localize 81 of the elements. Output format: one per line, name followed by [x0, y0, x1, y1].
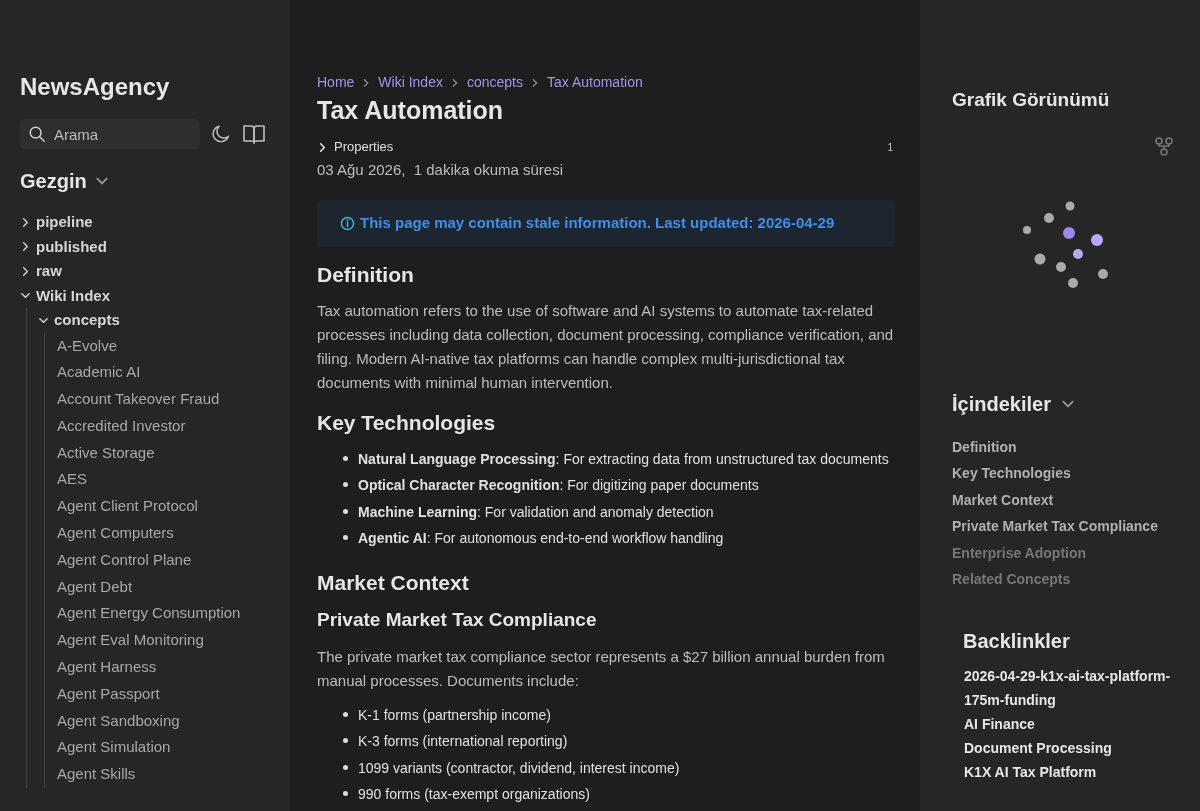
property-count: 1	[887, 140, 894, 155]
folder-item[interactable]: raw	[20, 259, 260, 284]
toc-link[interactable]: Enterprise Adoption	[952, 542, 1180, 569]
file-item[interactable]: Agent Debt	[56, 573, 260, 601]
file-item[interactable]: Agent Client Protocol	[56, 493, 260, 521]
properties-toggle[interactable]: Properties	[317, 137, 394, 157]
file-item[interactable]: Academic AI	[56, 359, 260, 387]
backlink[interactable]: AI Finance	[964, 711, 1174, 736]
site-title[interactable]: NewsAgency	[20, 72, 260, 102]
toc-link[interactable]: Market Context	[952, 489, 1180, 516]
chevron-icon	[20, 241, 31, 253]
chevron-icon	[20, 216, 31, 228]
toc-link[interactable]: Key Technologies	[952, 463, 1180, 490]
bullet	[343, 455, 348, 461]
backlink[interactable]: Document Processing	[964, 735, 1174, 760]
bullet	[343, 791, 348, 796]
page-meta: 03 Ağu 2026, 1 dakika okuma süresi	[317, 160, 564, 180]
bullet	[343, 535, 348, 540]
file-item[interactable]: Agent Energy Consumption	[56, 600, 260, 628]
list-item: Natural Language Processing: For extracting data from unstructured tax documents	[358, 449, 889, 469]
file-item[interactable]: Agent Computers	[56, 520, 260, 547]
file-item[interactable]: Agent Eval Monitoring	[56, 627, 260, 655]
file-item[interactable]: Agent Control Plane	[56, 546, 260, 574]
list-item: Agentic AI: For autonomous end-to-end workflow handling	[358, 529, 724, 548]
list-item: K-1 forms (partnership income)	[358, 705, 551, 725]
page-title: Tax Automation	[317, 95, 505, 125]
toc-link[interactable]: Related Concepts	[952, 569, 1180, 596]
file-item[interactable]: AES	[56, 466, 260, 494]
paragraph: Tax automation refers to the use of software and AI systems to automate tax-related processes including data collection, document processing, compliance verification, and filing. Modern AI-native tax platforms can handle complex multi-jurisdictional tax documents with minimal human intervention.	[317, 300, 895, 393]
search-field[interactable]: Arama	[20, 119, 200, 149]
file-item[interactable]: Agent Passport	[56, 680, 260, 708]
backlinks-title: Backlinkler	[963, 628, 1071, 654]
bullet	[343, 738, 348, 743]
bullet	[343, 508, 348, 514]
section-heading: Definition	[317, 261, 415, 288]
folder-item[interactable]: Wiki Index	[20, 283, 260, 308]
bullet	[343, 482, 348, 487]
breadcrumb-link[interactable]: concepts	[466, 72, 523, 93]
file-item[interactable]: Agent Sandboxing	[56, 707, 260, 735]
bullet	[343, 711, 348, 717]
file-item[interactable]: A-Evolve	[56, 332, 260, 360]
section-heading: Market Context	[317, 569, 470, 596]
paragraph: The private market tax compliance sector represents a $27 billion annual burden from manual processes. Documents include:	[317, 646, 886, 691]
list-item: Machine Learning: For validation and anomaly detection	[358, 502, 714, 522]
list-item: K-3 forms (international reporting)	[358, 732, 568, 751]
file-item[interactable]: Active Storage	[56, 439, 260, 467]
chevron-icon	[317, 141, 328, 153]
bullet	[343, 764, 348, 770]
list-item: Optical Character Recognition: For digitizing paper documents	[358, 476, 759, 495]
subsection-heading: Private Market Tax Compliance	[317, 607, 598, 632]
banner-text: This page may contain stale information. Last updated: 2026-04-29	[360, 212, 835, 233]
folder-item[interactable]: pipeline	[20, 210, 260, 235]
explorer-toggle[interactable]: Gezgin	[20, 166, 109, 196]
chevron-icon	[530, 77, 540, 88]
toc-link[interactable]: Definition	[952, 436, 1180, 463]
reader-mode-button[interactable]	[242, 123, 266, 145]
backlink[interactable]: 2026-04-29-k1x-ai-tax-platform-175m-funding	[964, 663, 1174, 712]
chevron-icon	[20, 265, 31, 277]
file-item[interactable]: Agent Harness	[56, 654, 260, 681]
folder-item[interactable]: concepts	[38, 308, 260, 333]
toc-toggle[interactable]: İçindekiler	[952, 388, 1075, 419]
info-icon	[340, 215, 355, 231]
graph-title: Grafik Görünümü	[952, 88, 1111, 112]
breadcrumb-link[interactable]: Tax Automation	[547, 72, 643, 93]
file-item[interactable]: Agent Skills	[56, 761, 260, 789]
list-item: 1099 variants (contractor, dividend, interest income)	[358, 758, 680, 778]
folder-item[interactable]: published	[20, 234, 260, 259]
graph-icon	[1154, 136, 1174, 157]
section-heading: Key Technologies	[317, 409, 497, 436]
backlink[interactable]: K1X AI Tax Platform	[964, 759, 1174, 784]
list-item: 990 forms (tax-exempt organizations)	[358, 785, 590, 804]
file-item[interactable]: Agent Simulation	[56, 734, 260, 762]
file-item[interactable]: Account Takeover Fraud	[56, 386, 260, 413]
moon-icon	[210, 123, 232, 145]
breadcrumb-link[interactable]: Home	[317, 72, 355, 93]
breadcrumb-link[interactable]: Wiki Index	[378, 72, 443, 93]
book-icon	[242, 123, 266, 145]
dark-mode-button[interactable]	[210, 123, 232, 145]
toc-link[interactable]: Private Market Tax Compliance	[952, 516, 1180, 543]
file-item[interactable]: Accredited Investor	[56, 412, 260, 440]
search-icon	[28, 125, 46, 143]
